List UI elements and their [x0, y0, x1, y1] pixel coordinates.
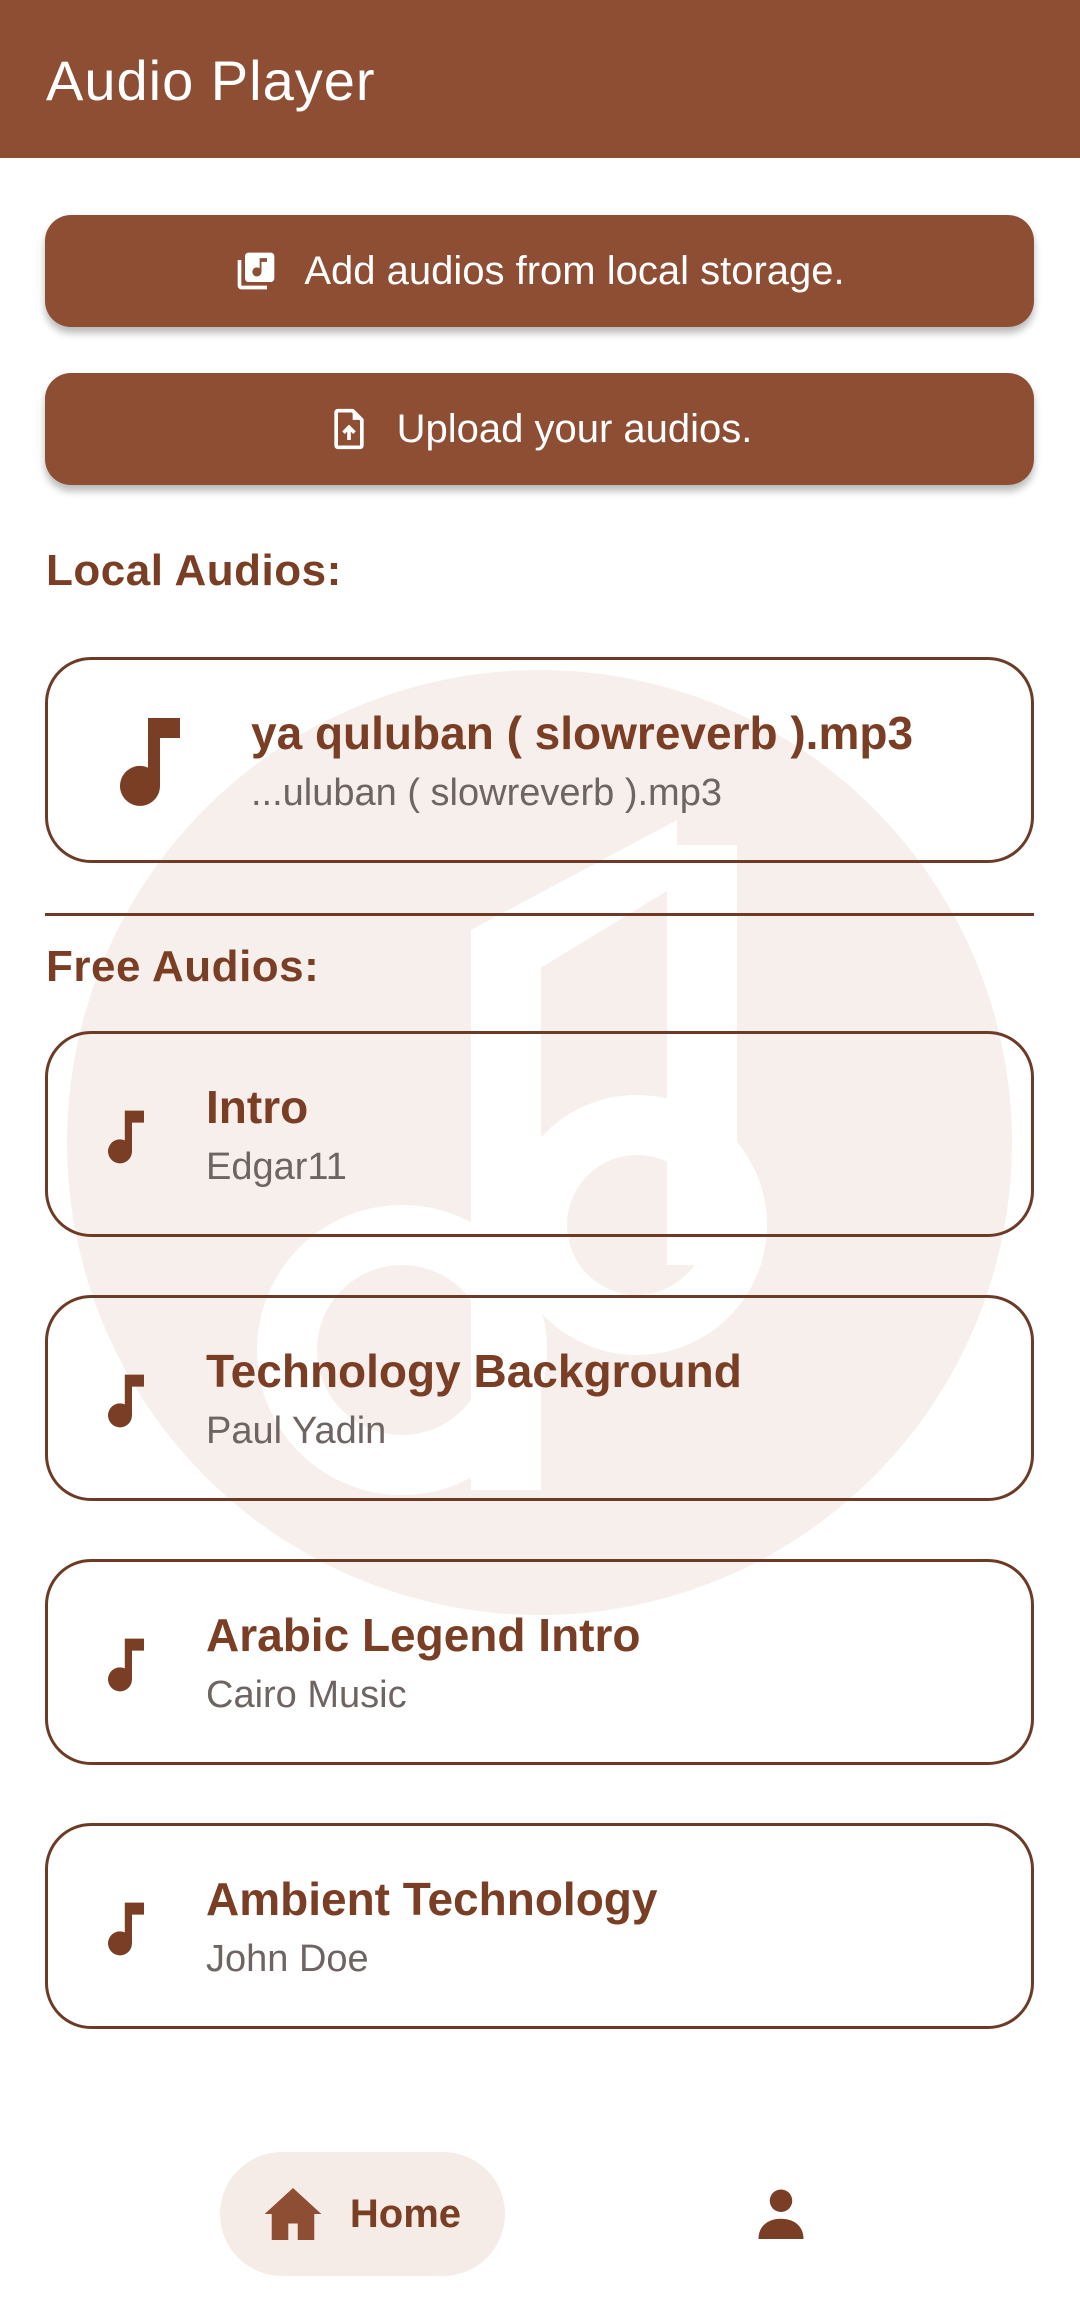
app-title: Audio Player	[46, 49, 376, 112]
free-audio-title: Arabic Legend Intro	[206, 1609, 641, 1661]
free-audios-heading: Free Audios:	[46, 942, 320, 991]
free-audio-artist: Cairo Music	[206, 1674, 407, 1716]
add-local-audios-button[interactable]: Add audios from local storage.	[45, 215, 1034, 327]
free-audio-item[interactable]: Intro Edgar11	[45, 1031, 1034, 1237]
local-audios-heading: Local Audios:	[46, 546, 342, 595]
audio-player-screen: Audio Player Add audios from local stora…	[0, 0, 1080, 2297]
music-note-icon	[108, 1110, 144, 1164]
section-divider	[45, 913, 1034, 916]
free-audio-item[interactable]: Arabic Legend Intro Cairo Music	[45, 1559, 1034, 1765]
app-bar: Audio Player	[0, 0, 1080, 158]
add-local-audios-label: Add audios from local storage.	[304, 248, 845, 293]
nav-home-label: Home	[349, 2191, 462, 2236]
free-audio-artist: Edgar11	[206, 1146, 347, 1188]
nav-home-tab[interactable]: Home	[220, 2152, 505, 2276]
person-icon	[758, 2189, 804, 2239]
local-audio-title: ya quluban ( slowreverb ).mp3	[251, 707, 914, 759]
upload-audios-button[interactable]: Upload your audios.	[45, 373, 1034, 485]
bottom-navigation: Home	[0, 2120, 1080, 2297]
music-note-icon	[108, 1638, 144, 1692]
upload-file-icon	[327, 407, 371, 451]
free-audio-artist: Paul Yadin	[206, 1410, 387, 1452]
upload-audios-label: Upload your audios.	[396, 406, 753, 451]
nav-profile-tab[interactable]	[749, 2180, 813, 2244]
local-audio-item[interactable]: ya quluban ( slowreverb ).mp3 ...uluban …	[45, 657, 1034, 863]
library-music-icon	[234, 249, 278, 293]
music-note-icon	[108, 1374, 144, 1428]
free-audio-title: Intro	[206, 1081, 309, 1133]
free-audio-item[interactable]: Technology Background Paul Yadin	[45, 1295, 1034, 1501]
local-audio-filename: ...uluban ( slowreverb ).mp3	[251, 772, 722, 814]
free-audio-title: Technology Background	[206, 1345, 742, 1397]
free-audio-item[interactable]: Ambient Technology John Doe	[45, 1823, 1034, 2029]
music-note-icon	[108, 1902, 144, 1956]
free-audio-artist: John Doe	[206, 1938, 369, 1980]
music-note-icon	[120, 718, 180, 806]
free-audio-title: Ambient Technology	[206, 1873, 658, 1925]
home-icon	[264, 2188, 322, 2240]
